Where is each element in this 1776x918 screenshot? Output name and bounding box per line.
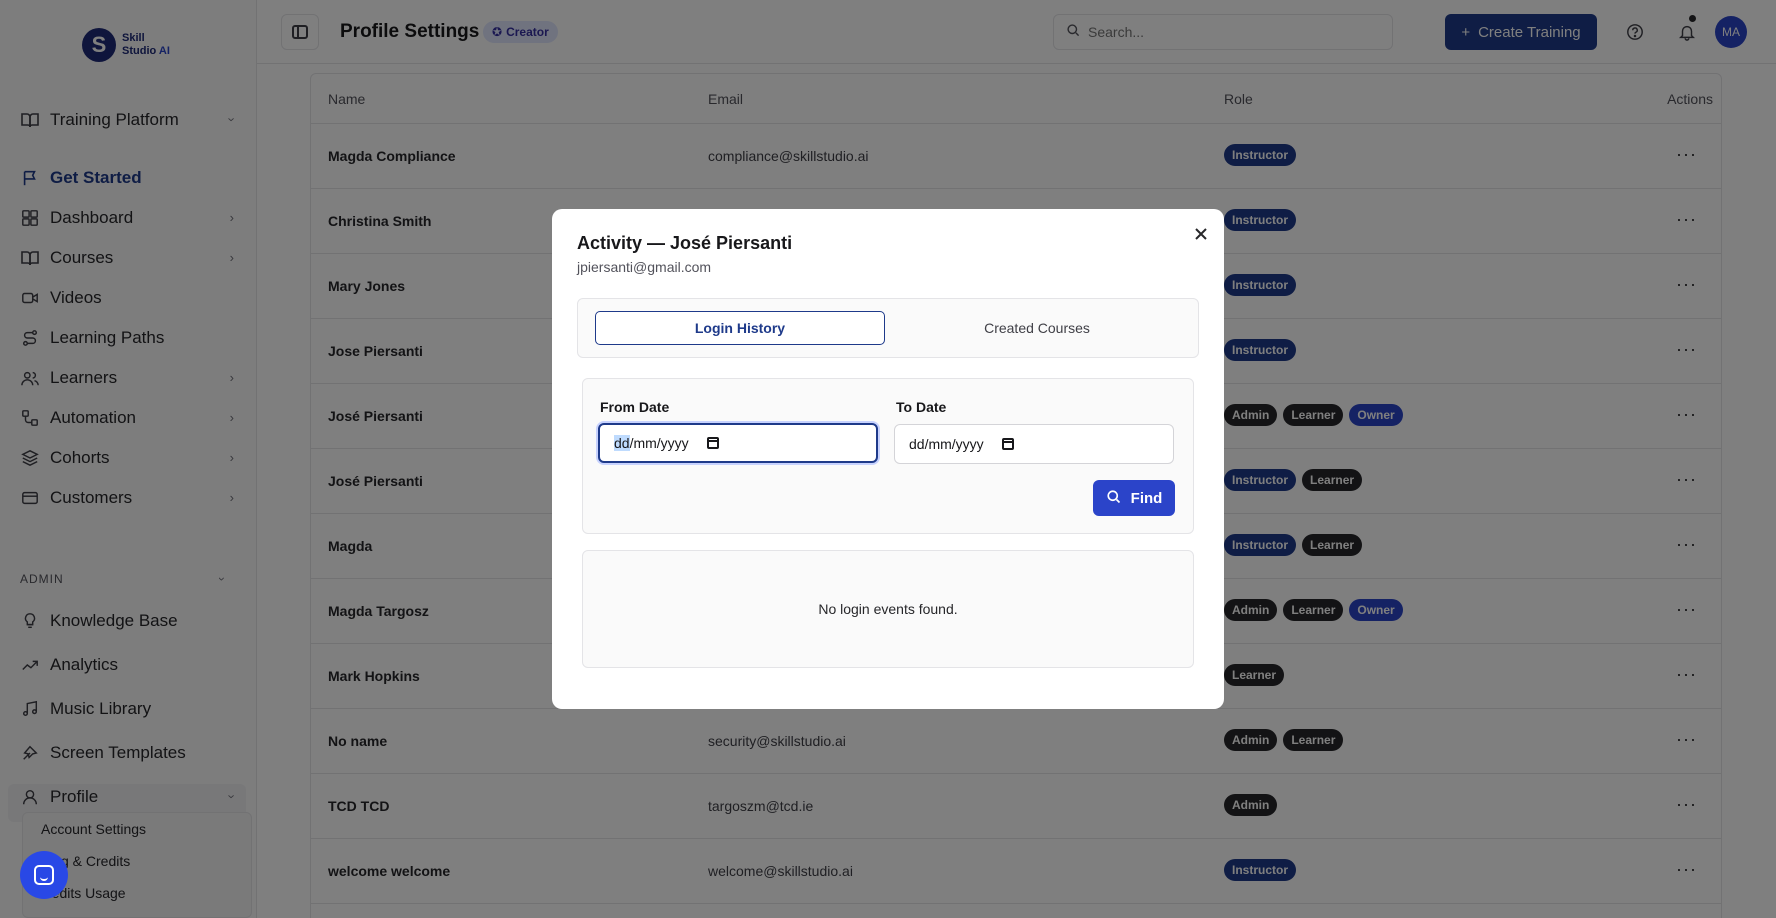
to-date-input[interactable]: dd/mm/yyyy [894, 424, 1174, 464]
find-button[interactable]: Find [1093, 480, 1175, 516]
search-icon [1106, 489, 1121, 508]
modal-email: jpiersanti@gmail.com [577, 259, 712, 275]
close-icon[interactable] [1194, 225, 1208, 245]
empty-state-text: No login events found. [818, 601, 958, 617]
tab-login-history[interactable]: Login History [595, 311, 885, 345]
from-date-day-segment: dd [614, 435, 630, 451]
activity-tabs: Login History Created Courses [577, 298, 1199, 358]
modal-title: Activity — José Piersanti [577, 233, 793, 253]
from-date-label: From Date [600, 399, 670, 415]
to-date-label: To Date [896, 399, 947, 415]
activity-modal: Activity — José Piersanti jpiersanti@gma… [552, 209, 1224, 709]
calendar-icon[interactable] [706, 437, 719, 449]
date-filter-card: From Date dd/mm/yyyy To Date dd/mm/yyyy … [582, 378, 1194, 534]
login-events-empty-state: No login events found. [582, 550, 1194, 668]
to-date-value: dd/mm/yyyy [909, 436, 984, 452]
calendar-icon[interactable] [1001, 438, 1014, 450]
chat-icon [34, 865, 54, 885]
from-date-input[interactable]: dd/mm/yyyy [598, 423, 878, 463]
chat-launcher-button[interactable] [20, 851, 68, 899]
tab-created-courses[interactable]: Created Courses [892, 311, 1182, 345]
find-label: Find [1130, 489, 1163, 507]
from-date-rest: /mm/yyyy [629, 435, 689, 451]
